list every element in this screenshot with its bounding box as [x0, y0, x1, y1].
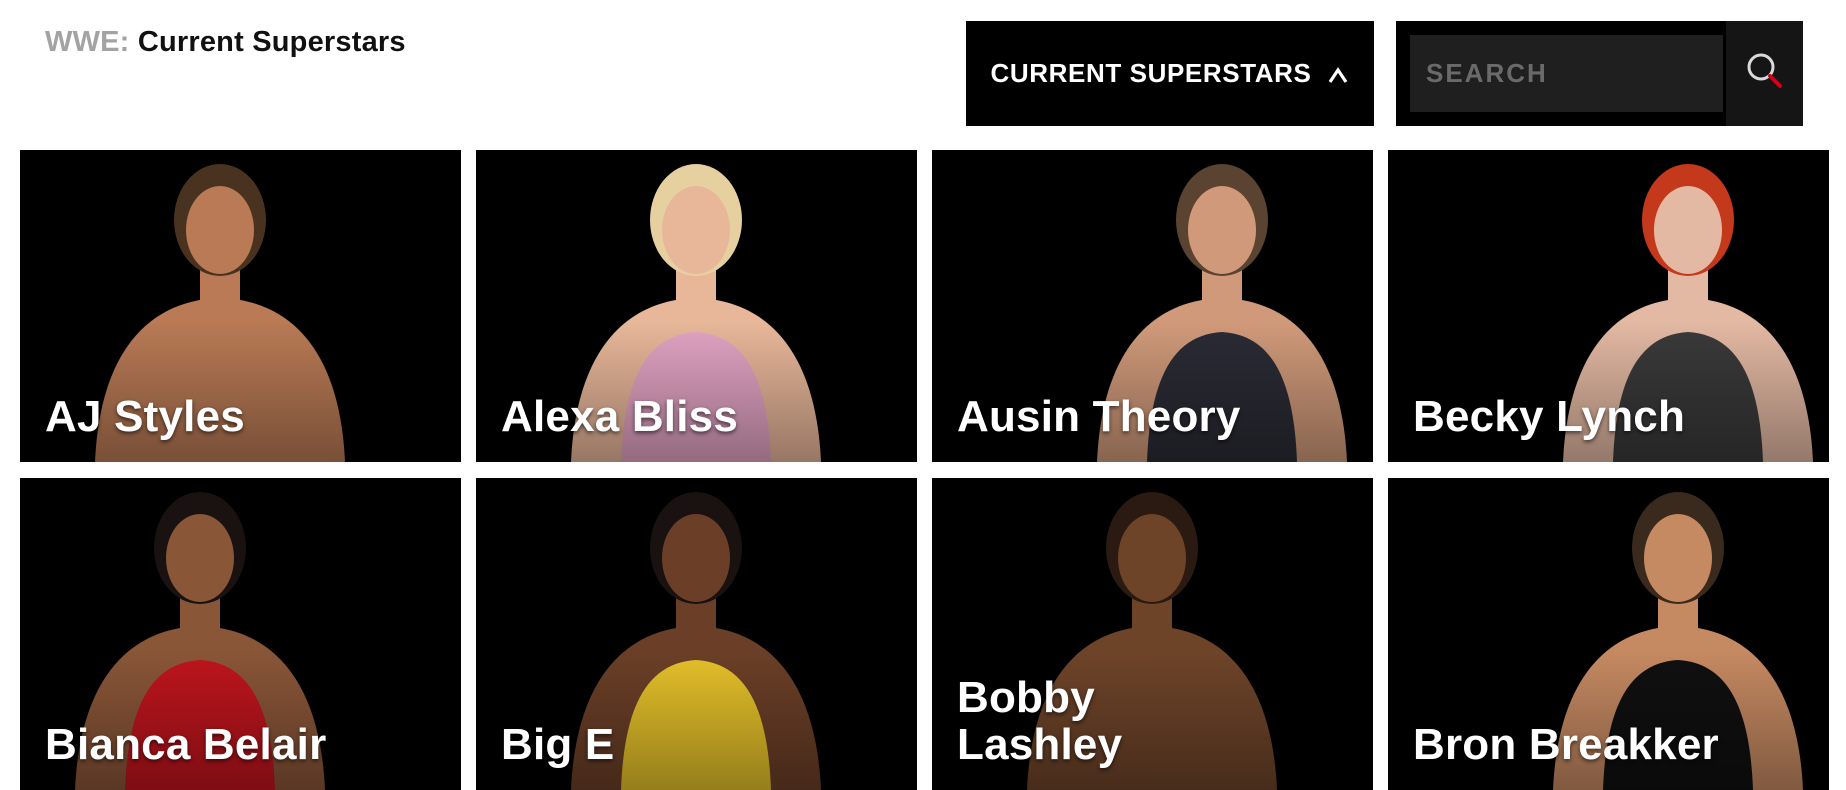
- filter-selected-label: CURRENT SUPERSTARS: [990, 58, 1312, 88]
- superstar-grid: AJ Styles Alexa Bliss Ausin Theory Becky…: [20, 150, 1829, 790]
- superstar-card[interactable]: Bron Breakker: [1388, 478, 1829, 790]
- superstar-card[interactable]: Becky Lynch: [1388, 150, 1829, 462]
- search-button[interactable]: [1726, 21, 1803, 126]
- superstar-name: Bron Breakker: [1413, 720, 1719, 769]
- superstar-name: Becky Lynch: [1413, 392, 1686, 441]
- page-header: WWE: Current Superstars CURRENT SUPERSTA…: [0, 0, 1846, 150]
- breadcrumb: WWE: Current Superstars: [45, 26, 406, 59]
- chevron-up-icon: [1327, 63, 1349, 85]
- page-title: Current Superstars: [137, 26, 406, 58]
- superstar-name: Alexa Bliss: [501, 392, 739, 441]
- superstar-name: Bobby Lashley: [957, 673, 1123, 769]
- breadcrumb-brand[interactable]: WWE:: [45, 26, 130, 58]
- superstar-card[interactable]: AJ Styles: [20, 150, 461, 462]
- superstar-card[interactable]: Bobby Lashley: [932, 478, 1373, 790]
- superstar-name: Ausin Theory: [957, 392, 1241, 441]
- superstar-name: AJ Styles: [45, 392, 245, 441]
- superstar-card[interactable]: Bianca Belair: [20, 478, 461, 790]
- superstar-card[interactable]: Alexa Bliss: [476, 150, 917, 462]
- search-box: [1396, 21, 1803, 126]
- superstar-name: Bianca Belair: [45, 720, 327, 769]
- superstar-card[interactable]: Ausin Theory: [932, 150, 1373, 462]
- superstar-name: Big E: [501, 720, 615, 769]
- superstar-filter-dropdown[interactable]: CURRENT SUPERSTARS: [966, 21, 1374, 126]
- superstar-card[interactable]: Big E: [476, 478, 917, 790]
- search-input[interactable]: [1410, 35, 1723, 112]
- search-icon: [1746, 52, 1784, 95]
